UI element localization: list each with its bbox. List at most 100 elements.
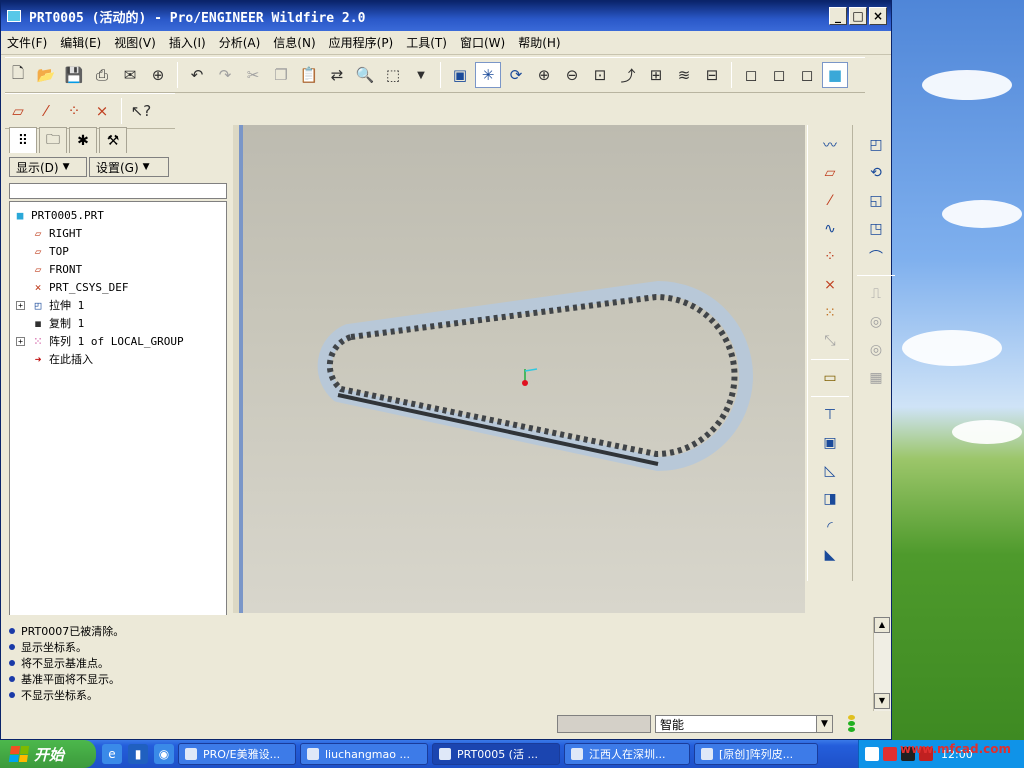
datum-axis-display-icon[interactable]: ⁄ [33, 98, 59, 124]
connections-tab-icon[interactable]: ⚒ [99, 127, 127, 153]
datum-point-display-icon[interactable]: ⁘ [61, 98, 87, 124]
menu-analysis[interactable]: 分析(A) [219, 34, 261, 51]
selection-filter[interactable]: 智能 ▼ [655, 715, 833, 733]
tree-filter-field[interactable] [9, 183, 227, 199]
graphics-window[interactable] [243, 125, 805, 613]
sketch-curve-icon[interactable]: 〰 [816, 131, 844, 159]
close-button[interactable]: × [869, 7, 887, 25]
zoom-out-icon[interactable]: ⊖ [559, 62, 585, 88]
merge-tool-icon[interactable]: ◎ [862, 308, 890, 336]
style-tool-icon[interactable]: ⌒ [862, 243, 890, 271]
menu-tools[interactable]: 工具(T) [406, 34, 447, 51]
rib-tool-icon[interactable]: ◺ [816, 457, 844, 485]
context-help-icon[interactable]: ↖? [128, 98, 154, 124]
save-icon[interactable]: 💾 [61, 62, 87, 88]
favorites-tab-icon[interactable]: ✱ [69, 127, 97, 153]
folder-browser-tab-icon[interactable]: 🗀 [39, 127, 67, 153]
minimize-button[interactable]: _ [829, 7, 847, 25]
reference-icon[interactable]: ⤡ [816, 327, 844, 355]
round-tool-icon[interactable]: ◜ [816, 513, 844, 541]
repaint-icon[interactable]: ▣ [447, 62, 473, 88]
hole-tool-icon[interactable]: ⊤ [816, 401, 844, 429]
csys-tool-icon[interactable]: ⨯ [816, 271, 844, 299]
regenerate-icon[interactable]: ⇄ [324, 62, 350, 88]
datum-plane-display-icon[interactable]: ▱ [5, 98, 31, 124]
refit-icon[interactable]: ⊡ [587, 62, 613, 88]
tree-node-top-plane[interactable]: ▱ TOP [12, 242, 224, 260]
chamfer-tool-icon[interactable]: ◣ [816, 541, 844, 569]
tree-node-copy[interactable]: ◼ 复制 1 [12, 314, 224, 332]
orient-mode-icon[interactable]: ⟳ [503, 62, 529, 88]
scroll-down-icon[interactable]: ▼ [874, 693, 890, 709]
shading-icon[interactable]: ■ [822, 62, 848, 88]
settings-dropdown[interactable]: 设置(G) ▼ [89, 157, 169, 177]
menu-edit[interactable]: 编辑(E) [60, 34, 101, 51]
revolve-tool-icon[interactable]: ⟲ [862, 159, 890, 187]
csys-display-icon[interactable]: ⨯ [89, 98, 115, 124]
taskbar-item[interactable]: 江西人在深圳... [564, 743, 690, 765]
ie-quicklaunch-icon[interactable]: e [102, 744, 122, 764]
menu-help[interactable]: 帮助(H) [518, 34, 560, 51]
expand-icon[interactable]: + [16, 300, 25, 310]
trim-tool-icon[interactable]: ◎ [862, 336, 890, 364]
open-folder-icon[interactable]: 📂 [33, 62, 59, 88]
chevron-down-icon[interactable]: ▼ [816, 716, 832, 732]
model-tree-tab-icon[interactable]: ⠿ [9, 127, 37, 153]
copy-icon[interactable]: ❐ [268, 62, 294, 88]
selection-box-icon[interactable]: ⬚ [380, 62, 406, 88]
draft-tool-icon[interactable]: ◨ [816, 485, 844, 513]
tree-node-right-plane[interactable]: ▱ RIGHT [12, 224, 224, 242]
reorient-icon[interactable]: ⤴ [615, 62, 641, 88]
variable-sweep-icon[interactable]: ◱ [862, 187, 890, 215]
scroll-up-icon[interactable]: ▲ [874, 617, 890, 633]
datum-curve-tool-icon[interactable]: ∿ [816, 215, 844, 243]
tree-node-extrude[interactable]: + ◰ 拉伸 1 [12, 296, 224, 314]
media-quicklaunch-icon[interactable]: ▮ [128, 744, 148, 764]
print-icon[interactable]: ⎙ [89, 62, 115, 88]
taskbar-item[interactable]: [原创]阵列皮... [694, 743, 818, 765]
spin-center-icon[interactable]: ✳ [475, 62, 501, 88]
datum-axis-tool-icon[interactable]: ⁄ [816, 187, 844, 215]
menu-view[interactable]: 视图(V) [114, 34, 156, 51]
network-icon[interactable] [865, 747, 879, 761]
menu-file[interactable]: 文件(F) [7, 34, 47, 51]
antivirus-icon[interactable] [883, 747, 897, 761]
show-dropdown[interactable]: 显示(D) ▼ [9, 157, 87, 177]
start-button[interactable]: 开始 [0, 740, 96, 768]
new-file-icon[interactable]: 🗋 [5, 62, 31, 88]
boundary-blend-icon[interactable]: ◳ [862, 215, 890, 243]
redo-icon[interactable]: ↷ [212, 62, 238, 88]
undo-icon[interactable]: ↶ [184, 62, 210, 88]
no-hidden-icon[interactable]: ◻ [794, 62, 820, 88]
dropdown-arrow-icon[interactable]: ▼ [408, 62, 434, 88]
tree-node-pattern[interactable]: + ⁙ 阵列 1 of LOCAL_GROUP [12, 332, 224, 350]
taskbar-item-active[interactable]: PRT0005 (活 ... [432, 743, 560, 765]
send-link-icon[interactable]: ⊕ [145, 62, 171, 88]
message-scrollbar[interactable]: ▲ ▼ [873, 617, 891, 711]
view-manager-icon[interactable]: ⊟ [699, 62, 725, 88]
sketch-tool-icon[interactable]: ▭ [816, 364, 844, 392]
maximize-button[interactable]: □ [849, 7, 867, 25]
send-mail-icon[interactable]: ✉ [117, 62, 143, 88]
menu-info[interactable]: 信息(N) [273, 34, 315, 51]
shell-tool-icon[interactable]: ▣ [816, 429, 844, 457]
taskbar-item[interactable]: liuchangmao ... [300, 743, 428, 765]
desktop-quicklaunch-icon[interactable]: ◉ [154, 744, 174, 764]
mirror-tool-icon[interactable]: ⎍ [862, 280, 890, 308]
menu-applications[interactable]: 应用程序(P) [329, 34, 394, 51]
tree-node-insert-here[interactable]: ➜ 在此插入 [12, 350, 224, 368]
taskbar-item[interactable]: PRO/E美雅设... [178, 743, 296, 765]
analysis-feature-icon[interactable]: ⁙ [816, 299, 844, 327]
menu-insert[interactable]: 插入(I) [169, 34, 206, 51]
pattern-tool-icon[interactable]: ▦ [862, 364, 890, 392]
expand-icon[interactable]: + [16, 336, 25, 346]
find-icon[interactable]: 🔍 [352, 62, 378, 88]
datum-point-tool-icon[interactable]: ⁘ [816, 243, 844, 271]
wireframe-icon[interactable]: ◻ [738, 62, 764, 88]
datum-plane-tool-icon[interactable]: ▱ [816, 159, 844, 187]
cut-icon[interactable]: ✂ [240, 62, 266, 88]
zoom-in-icon[interactable]: ⊕ [531, 62, 557, 88]
menu-window[interactable]: 窗口(W) [460, 34, 505, 51]
layers-icon[interactable]: ≋ [671, 62, 697, 88]
extrude-tool-icon[interactable]: ◰ [862, 131, 890, 159]
